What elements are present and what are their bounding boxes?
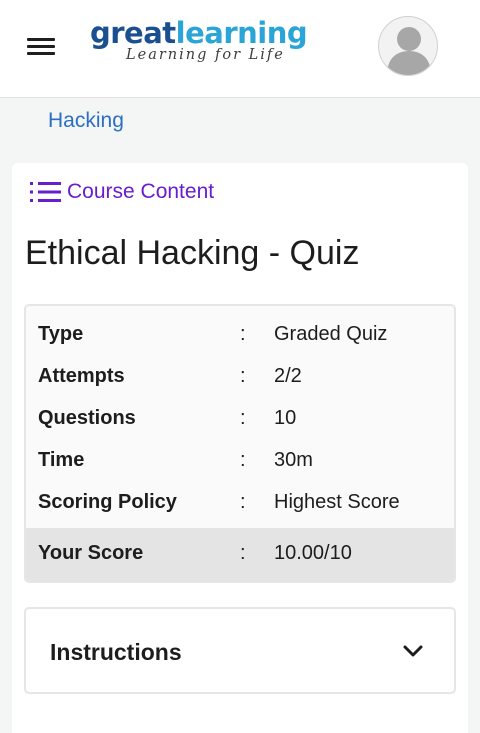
logo-great: great bbox=[90, 16, 176, 50]
info-value: 2/2 bbox=[274, 365, 302, 387]
info-key: Scoring Policy bbox=[38, 491, 177, 513]
info-row-time: Time : 30m bbox=[26, 440, 454, 482]
info-row-attempts: Attempts : 2/2 bbox=[26, 356, 454, 398]
info-separator: : bbox=[240, 491, 246, 513]
chevron-down-icon[interactable] bbox=[402, 643, 424, 659]
score-separator: : bbox=[240, 542, 246, 564]
menu-bar bbox=[27, 38, 55, 41]
info-row-type: Type : Graded Quiz bbox=[26, 314, 454, 356]
page-title: Ethical Hacking - Quiz bbox=[25, 234, 360, 272]
info-value: Highest Score bbox=[274, 491, 400, 513]
course-content-label: Course Content bbox=[67, 180, 215, 203]
avatar-silhouette bbox=[387, 27, 431, 75]
info-key: Time bbox=[38, 449, 85, 471]
user-avatar-icon[interactable] bbox=[378, 16, 438, 76]
info-separator: : bbox=[240, 407, 246, 429]
info-separator: : bbox=[240, 449, 246, 471]
course-content-button[interactable]: Course Content bbox=[30, 178, 214, 206]
logo-learning: learning bbox=[175, 16, 308, 50]
logo-tagline: Learning for Life bbox=[126, 47, 285, 63]
greatlearning-logo[interactable]: greatlearning Learning for Life bbox=[90, 16, 320, 68]
info-value: 30m bbox=[274, 449, 313, 471]
score-key: Your Score bbox=[38, 542, 144, 564]
info-value: 10 bbox=[274, 407, 297, 429]
info-separator: : bbox=[240, 323, 246, 345]
info-row-your-score: Your Score : 10.00/10 bbox=[26, 528, 454, 581]
info-key: Attempts bbox=[38, 365, 125, 387]
list-icon bbox=[30, 182, 61, 202]
info-row-questions: Questions : 10 bbox=[26, 398, 454, 440]
info-row-scoring-policy: Scoring Policy : Highest Score bbox=[26, 482, 454, 524]
quiz-info-table: Type : Graded Quiz Attempts : 2/2 Questi… bbox=[24, 304, 456, 583]
info-value: Graded Quiz bbox=[274, 323, 388, 345]
info-key: Type bbox=[38, 323, 84, 345]
score-value: 10.00/10 bbox=[274, 542, 352, 564]
menu-bar bbox=[27, 45, 55, 48]
logo-wordmark: greatlearning bbox=[90, 16, 320, 50]
hamburger-menu-icon[interactable] bbox=[27, 35, 57, 57]
info-separator: : bbox=[240, 365, 246, 387]
menu-bar bbox=[27, 52, 55, 55]
instructions-accordion[interactable]: Instructions bbox=[24, 607, 456, 694]
info-key: Questions bbox=[38, 407, 136, 429]
breadcrumb-link[interactable]: Hacking bbox=[48, 109, 124, 133]
instructions-label: Instructions bbox=[50, 639, 182, 665]
app-header: greatlearning Learning for Life bbox=[0, 0, 480, 98]
